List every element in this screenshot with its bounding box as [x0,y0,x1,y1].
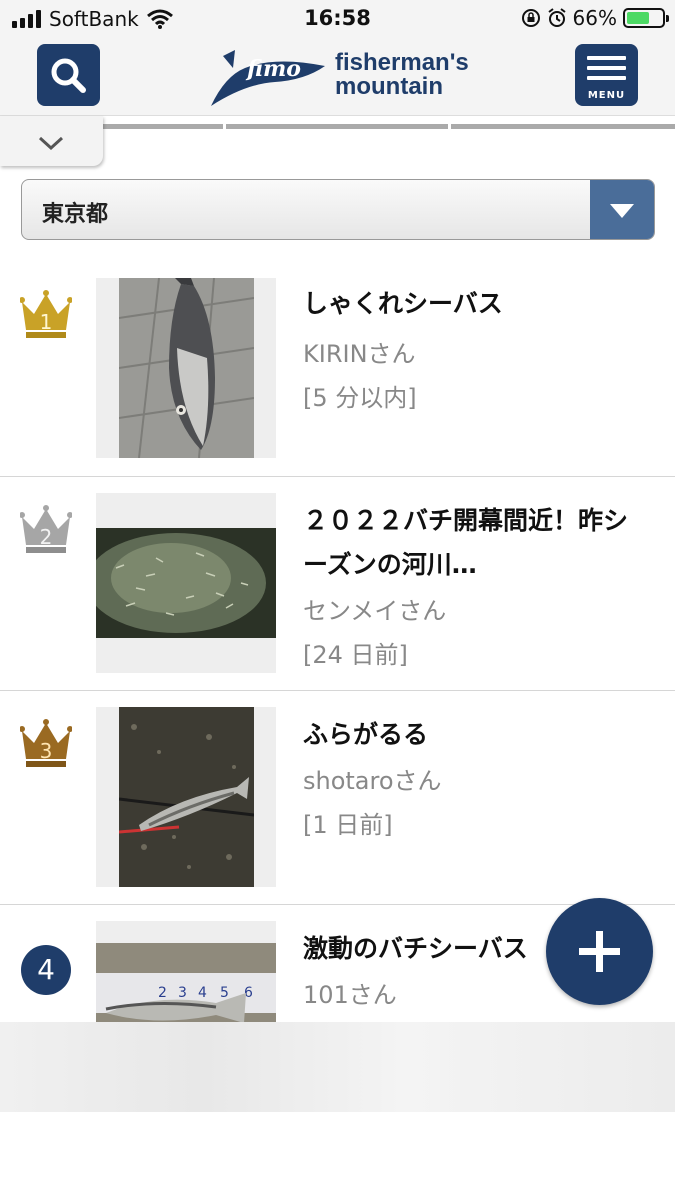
alarm-icon [547,8,566,27]
search-button[interactable] [37,44,100,106]
post-user[interactable]: KIRINさん [303,334,416,369]
bronze-crown-icon: 3 [20,719,72,767]
rank-number-badge: 4 [21,945,71,995]
chevron-down-icon [38,136,64,150]
menu-button[interactable]: MENU [575,44,638,106]
gold-crown-icon: 1 [20,290,72,338]
svg-text:3: 3 [178,985,187,1001]
logo-line-2: mountain [335,73,443,100]
post-thumbnail[interactable] [96,493,276,673]
prefecture-select[interactable]: 東京都 [21,179,655,240]
fish-photo [119,278,254,458]
triangle-down-icon [610,204,634,218]
logo-mark: fimo [245,56,301,82]
post-user[interactable]: 101さん [303,975,397,1010]
post-time: [24 日前] [303,641,408,669]
silver-crown-icon: 2 [20,505,72,553]
ranking-item[interactable]: 2 ２０２２バチ開幕間近！昨シ ーズンの河川… センメイさん [24 日前] [0,477,675,691]
post-thumbnail[interactable] [96,278,276,458]
bottom-bar [0,1022,675,1112]
post-time: [1 日前] [303,811,393,839]
post-thumbnail[interactable] [96,707,276,887]
app-header: fimo fisherman's mountain MENU [0,36,675,116]
post-title: ふらがるる [303,720,429,749]
post-user[interactable]: shotaroさん [303,761,442,796]
post-time: [5 分以内] [303,384,417,412]
svg-text:2: 2 [158,985,167,1001]
battery-icon [623,8,669,28]
rank-number: 3 [40,739,53,763]
post-thumbnail[interactable]: 23456 [96,921,276,1022]
rank-number: 1 [40,310,53,334]
status-bar: SoftBank 16:58 66% [0,0,675,36]
status-right: 66% [521,6,669,30]
rotation-lock-icon [521,9,540,27]
search-icon [51,58,86,93]
post-title-line-2: ーズンの河川… [303,550,477,579]
fish-logo-icon: fimo [211,50,325,106]
river-photo [96,528,276,638]
fish-photo: 23456 [96,943,276,1022]
battery-percent: 66% [572,6,617,30]
add-post-button[interactable] [546,898,653,1005]
hamburger-icon [587,56,626,86]
tab-indicator-1[interactable] [103,124,223,129]
svg-text:4: 4 [198,985,207,1001]
post-title: ２０２２バチ開幕間近！昨シ ーズンの河川… [303,499,653,587]
menu-label: MENU [587,90,626,101]
logo-line-1: fisherman's [335,49,469,76]
fimo-logo[interactable]: fimo fisherman's mountain [205,46,475,108]
logo-wordmark: fisherman's mountain [335,51,469,99]
post-title: しゃくれシーバス [303,289,503,318]
tab-indicator-3[interactable] [451,124,675,129]
ranking-item[interactable]: 1 しゃくれシーバス KIRINさん [5 分以内] [0,262,675,477]
fish-photo [119,707,254,887]
svg-text:5: 5 [220,985,229,1001]
post-user[interactable]: センメイさん [303,591,446,626]
post-title-line-1: ２０２２バチ開幕間近！昨シ [303,506,629,535]
prefecture-value: 東京都 [42,202,109,227]
tab-strip [0,116,675,166]
ranking-item[interactable]: 3 ふらがるる shotaroさん [1 日前] [0,691,675,905]
select-arrow-button[interactable] [590,180,654,239]
tab-indicator-2[interactable] [226,124,448,129]
rank-number: 2 [40,525,53,549]
collapse-toggle[interactable] [0,116,103,166]
